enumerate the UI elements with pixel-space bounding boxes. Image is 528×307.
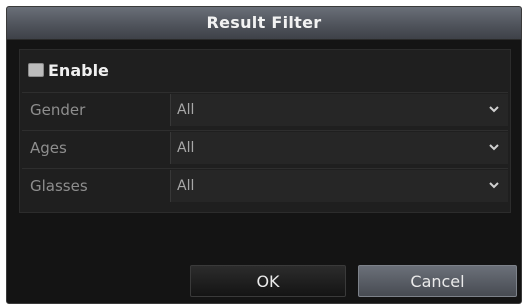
enable-label: Enable [48,60,109,80]
enable-checkbox[interactable] [28,63,44,77]
ok-button[interactable]: OK [190,265,346,297]
ages-row: Ages All [22,130,508,164]
filter-panel: Enable Gender All Ages All Glasses All [19,49,511,213]
ages-select[interactable]: All [170,132,508,164]
dialog-title: Result Filter [7,7,521,40]
chevron-down-icon [489,144,499,151]
gender-select[interactable]: All [170,94,508,126]
gender-row: Gender All [22,92,508,126]
gender-select-value: All [177,102,195,118]
ages-select-value: All [177,140,195,156]
result-filter-dialog: Result Filter Enable Gender All Ages All [6,6,522,304]
glasses-row: Glasses All [22,168,508,202]
ages-label: Ages [30,139,67,157]
chevron-down-icon [489,182,499,189]
glasses-select-value: All [177,178,195,194]
glasses-select[interactable]: All [170,170,508,202]
cancel-button[interactable]: Cancel [358,265,517,297]
chevron-down-icon [489,106,499,113]
gender-label: Gender [30,101,86,119]
enable-row[interactable]: Enable [28,58,109,82]
glasses-label: Glasses [30,177,88,195]
